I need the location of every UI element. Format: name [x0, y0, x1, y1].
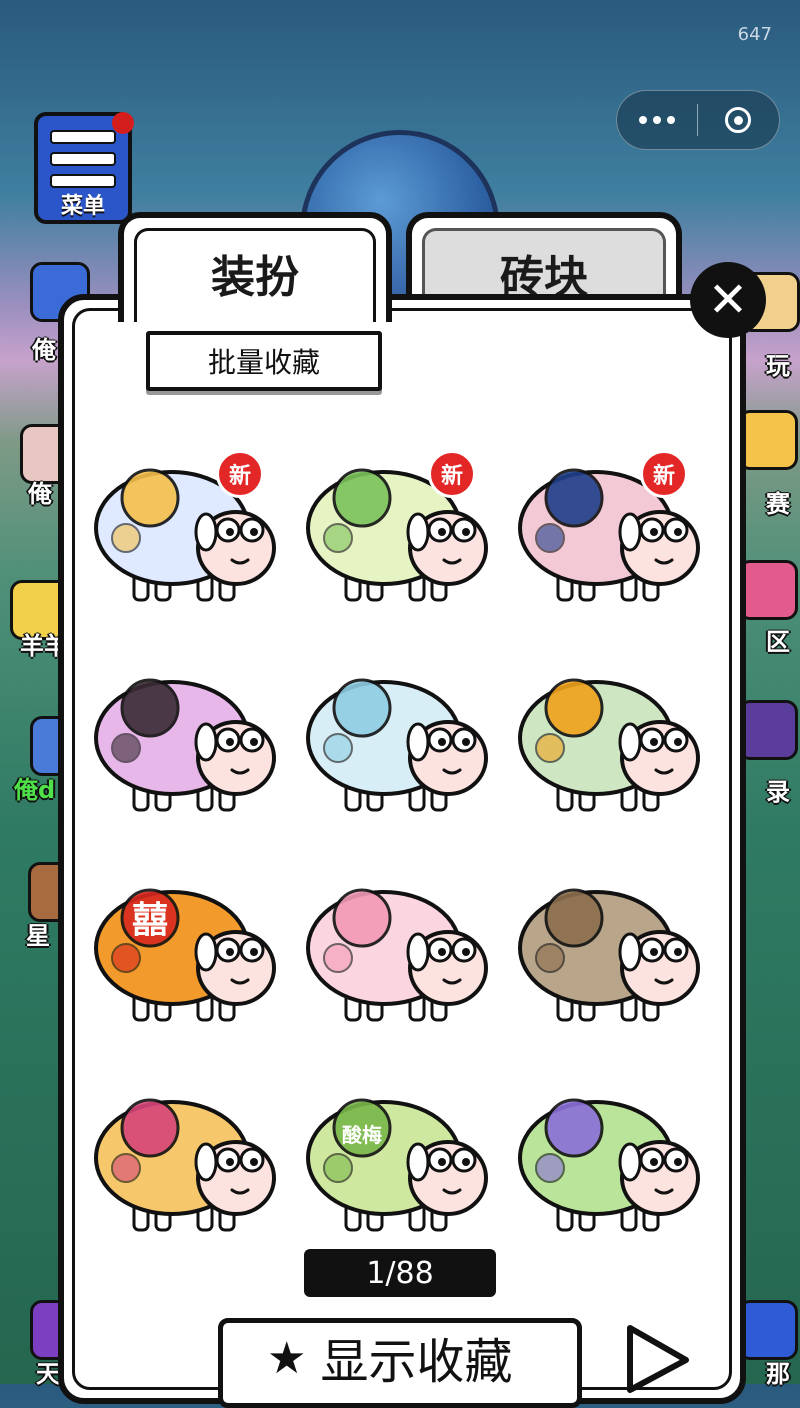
close-button[interactable]: ✕ [690, 262, 766, 338]
outfit-item[interactable]: 新 [504, 420, 716, 630]
outfit-item[interactable]: 酸梅 [292, 1050, 504, 1260]
side-label-left-1: 俺 [32, 336, 56, 364]
side-badge-right-2[interactable] [738, 410, 798, 470]
new-badge: 新 [640, 450, 688, 498]
status-counter: 647 [737, 24, 772, 45]
outfit-item[interactable] [80, 1050, 292, 1260]
mini-program-capsule [616, 90, 780, 150]
tab-outfit[interactable]: 装扮 [118, 212, 392, 322]
outfit-item[interactable] [292, 840, 504, 1050]
batch-favorite-button[interactable]: 批量收藏 [146, 331, 382, 391]
menu-label: 菜单 [60, 194, 105, 219]
show-favorites-button[interactable]: ★ 显示收藏 [218, 1318, 582, 1408]
sheep-icon: 酸梅 [306, 1098, 488, 1232]
page-indicator: 1/88 [304, 1249, 496, 1297]
side-label-right-3: 区 [766, 628, 790, 656]
notification-dot [112, 112, 134, 134]
item-label: 囍 [132, 900, 168, 941]
sheep-icon [518, 468, 700, 602]
star-icon: ★ [267, 1333, 307, 1384]
close-icon: ✕ [707, 272, 749, 328]
side-badge-right-3[interactable] [738, 560, 798, 620]
sheep-icon: 囍 [94, 888, 276, 1022]
outfit-item[interactable] [504, 630, 716, 840]
new-badge: 新 [428, 450, 476, 498]
outfit-item[interactable]: 新 [80, 420, 292, 630]
sheep-icon [94, 1098, 276, 1232]
menu-button[interactable]: 菜单 [34, 112, 134, 224]
outfit-item[interactable] [80, 630, 292, 840]
side-label-left-2: 俺 [28, 480, 52, 508]
sheep-icon [518, 1098, 700, 1232]
side-badge-right-4[interactable] [738, 700, 798, 760]
outfit-item[interactable] [292, 630, 504, 840]
outfit-item[interactable] [504, 840, 716, 1050]
sheep-icon [306, 678, 488, 812]
side-label-right-1: 玩 [766, 352, 790, 380]
sheep-icon [306, 888, 488, 1022]
outfit-grid: 新 新 新囍酸梅 [80, 420, 720, 1260]
side-label-right-2: 赛 [766, 490, 790, 518]
target-icon [725, 107, 751, 133]
tab-outfit-label: 装扮 [211, 252, 299, 303]
item-label: 酸梅 [342, 1123, 382, 1147]
outfit-item[interactable]: 囍 [80, 840, 292, 1050]
side-label-right-4: 录 [766, 778, 790, 806]
sheep-icon [518, 678, 700, 812]
outfit-item[interactable]: 新 [292, 420, 504, 630]
more-options-button[interactable] [617, 91, 697, 149]
outfit-item[interactable] [504, 1050, 716, 1260]
side-label-left-4: 俺d [14, 776, 56, 804]
sheep-icon [306, 468, 488, 602]
sheep-icon [94, 468, 276, 602]
close-miniprogram-button[interactable] [698, 91, 778, 149]
list-icon [50, 130, 116, 196]
sheep-icon [518, 888, 700, 1022]
side-badge-right-5[interactable] [738, 1300, 798, 1360]
sheep-icon [94, 678, 276, 812]
side-label-left-5: 星 [26, 922, 50, 950]
show-favorites-label: 显示收藏 [320, 1334, 513, 1390]
new-badge: 新 [216, 450, 264, 498]
